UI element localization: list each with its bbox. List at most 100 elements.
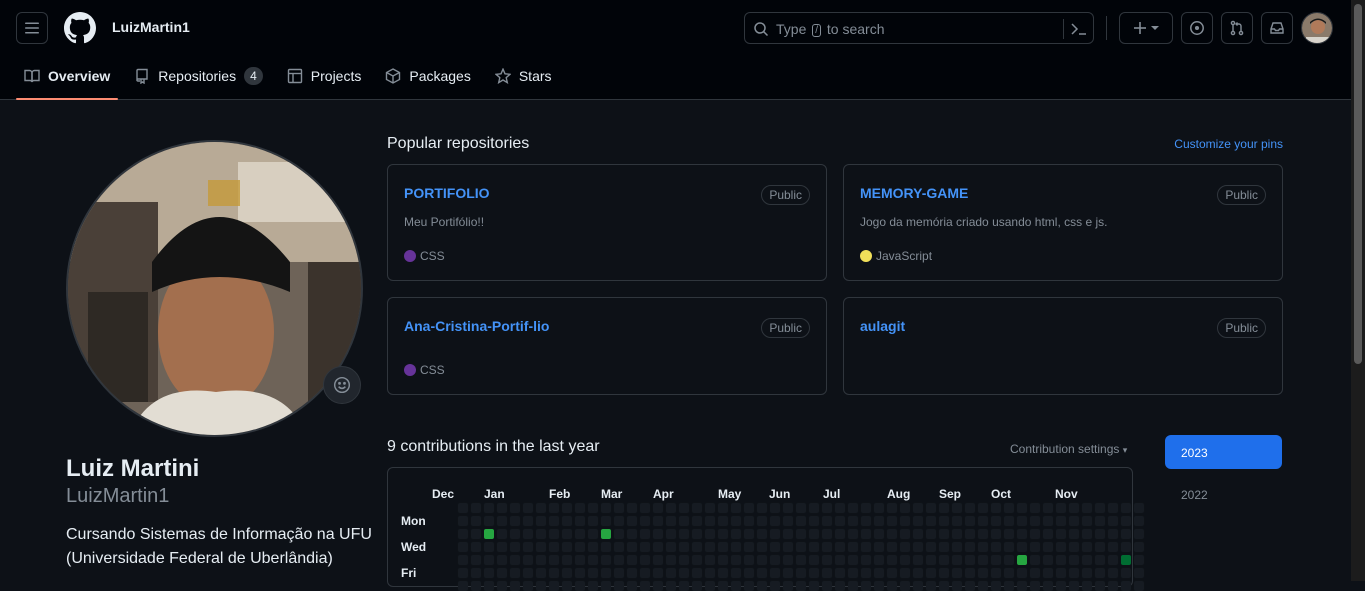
contribution-day-cell[interactable] bbox=[535, 515, 547, 527]
contribution-day-cell[interactable] bbox=[808, 567, 820, 579]
contribution-day-cell[interactable] bbox=[639, 567, 651, 579]
contribution-day-cell[interactable] bbox=[964, 567, 976, 579]
contribution-day-cell[interactable] bbox=[1055, 528, 1067, 540]
contribution-day-cell[interactable] bbox=[574, 528, 586, 540]
contribution-day-cell[interactable] bbox=[964, 502, 976, 514]
contribution-day-cell[interactable] bbox=[860, 580, 872, 591]
contribution-day-cell[interactable] bbox=[600, 502, 612, 514]
contribution-day-cell[interactable] bbox=[951, 515, 963, 527]
contribution-day-cell[interactable] bbox=[470, 502, 482, 514]
contribution-day-cell[interactable] bbox=[1107, 554, 1119, 566]
contribution-day-cell[interactable] bbox=[847, 502, 859, 514]
contribution-day-cell[interactable] bbox=[1003, 567, 1015, 579]
contribution-day-cell[interactable] bbox=[548, 541, 560, 553]
contribution-day-cell[interactable] bbox=[1081, 580, 1093, 591]
contribution-day-cell[interactable] bbox=[548, 502, 560, 514]
contribution-day-cell[interactable] bbox=[1003, 580, 1015, 591]
contribution-day-cell[interactable] bbox=[691, 554, 703, 566]
contribution-day-cell[interactable] bbox=[652, 528, 664, 540]
contribution-day-cell[interactable] bbox=[561, 541, 573, 553]
contribution-day-cell[interactable] bbox=[522, 541, 534, 553]
contribution-day-cell[interactable] bbox=[990, 502, 1002, 514]
contribution-day-cell[interactable] bbox=[964, 528, 976, 540]
contribution-day-cell[interactable] bbox=[795, 580, 807, 591]
contribution-day-cell[interactable] bbox=[678, 515, 690, 527]
contribution-day-cell[interactable] bbox=[1094, 580, 1106, 591]
profile-username-link[interactable]: LuizMartin1 bbox=[112, 19, 190, 35]
contribution-day-cell[interactable] bbox=[1094, 515, 1106, 527]
contribution-day-cell[interactable] bbox=[717, 515, 729, 527]
contribution-day-cell[interactable] bbox=[574, 567, 586, 579]
contribution-day-cell[interactable] bbox=[730, 528, 742, 540]
contribution-day-cell[interactable] bbox=[912, 554, 924, 566]
contribution-day-cell[interactable] bbox=[1003, 502, 1015, 514]
contribution-day-cell[interactable] bbox=[990, 515, 1002, 527]
contribution-day-cell[interactable] bbox=[743, 515, 755, 527]
contribution-day-cell[interactable] bbox=[1133, 580, 1145, 591]
contribution-day-cell[interactable] bbox=[1029, 502, 1041, 514]
github-logo-icon[interactable] bbox=[64, 12, 96, 44]
contribution-day-cell[interactable] bbox=[1081, 528, 1093, 540]
contribution-day-cell[interactable] bbox=[665, 567, 677, 579]
contribution-day-cell[interactable] bbox=[613, 515, 625, 527]
contribution-day-cell[interactable] bbox=[665, 580, 677, 591]
contribution-day-cell[interactable] bbox=[743, 567, 755, 579]
contribution-day-cell[interactable] bbox=[1094, 528, 1106, 540]
contribution-day-cell[interactable] bbox=[1016, 567, 1028, 579]
contribution-day-cell[interactable] bbox=[639, 580, 651, 591]
contribution-day-cell[interactable] bbox=[483, 515, 495, 527]
contribution-day-cell[interactable] bbox=[1133, 528, 1145, 540]
contribution-day-cell[interactable] bbox=[899, 502, 911, 514]
contribution-day-cell[interactable] bbox=[821, 567, 833, 579]
contribution-day-cell[interactable] bbox=[1081, 554, 1093, 566]
contribution-day-cell[interactable] bbox=[1094, 502, 1106, 514]
create-new-button[interactable] bbox=[1119, 12, 1173, 44]
contribution-day-cell[interactable] bbox=[756, 515, 768, 527]
contribution-day-cell[interactable] bbox=[886, 567, 898, 579]
contribution-day-cell[interactable] bbox=[613, 528, 625, 540]
contribution-day-cell[interactable] bbox=[821, 580, 833, 591]
contribution-day-cell[interactable] bbox=[847, 541, 859, 553]
contribution-day-cell[interactable] bbox=[509, 580, 521, 591]
contribution-day-cell[interactable] bbox=[535, 580, 547, 591]
contribution-day-cell[interactable] bbox=[808, 580, 820, 591]
contribution-day-cell[interactable] bbox=[1003, 541, 1015, 553]
contribution-day-cell[interactable] bbox=[808, 541, 820, 553]
contribution-day-cell[interactable] bbox=[951, 541, 963, 553]
contribution-day-cell[interactable] bbox=[1055, 515, 1067, 527]
contribution-day-cell[interactable] bbox=[1133, 541, 1145, 553]
contribution-day-cell[interactable] bbox=[795, 567, 807, 579]
contribution-day-cell[interactable] bbox=[1120, 515, 1132, 527]
page-scrollbar[interactable] bbox=[1351, 0, 1365, 581]
contribution-day-cell[interactable] bbox=[496, 554, 508, 566]
contribution-day-cell[interactable] bbox=[964, 515, 976, 527]
contribution-day-cell[interactable] bbox=[1133, 502, 1145, 514]
contribution-day-cell[interactable] bbox=[1068, 554, 1080, 566]
contribution-settings-dropdown[interactable]: Contribution settings ▾ bbox=[1010, 442, 1127, 456]
contribution-day-cell[interactable] bbox=[678, 554, 690, 566]
contribution-day-cell[interactable] bbox=[561, 567, 573, 579]
contribution-day-cell[interactable] bbox=[938, 515, 950, 527]
contribution-day-cell[interactable] bbox=[769, 541, 781, 553]
contribution-day-cell[interactable] bbox=[639, 515, 651, 527]
contribution-day-cell[interactable] bbox=[938, 567, 950, 579]
contribution-day-cell[interactable] bbox=[665, 541, 677, 553]
contribution-day-cell[interactable] bbox=[457, 567, 469, 579]
contribution-day-cell[interactable] bbox=[704, 515, 716, 527]
contribution-day-cell[interactable] bbox=[470, 554, 482, 566]
contribution-day-cell[interactable] bbox=[795, 554, 807, 566]
contribution-day-cell[interactable] bbox=[1029, 541, 1041, 553]
contribution-day-cell[interactable] bbox=[899, 541, 911, 553]
contribution-day-cell[interactable] bbox=[990, 554, 1002, 566]
profile-avatar[interactable] bbox=[66, 140, 363, 437]
contribution-day-cell[interactable] bbox=[730, 541, 742, 553]
contribution-day-cell[interactable] bbox=[912, 567, 924, 579]
contribution-day-cell[interactable] bbox=[691, 528, 703, 540]
contribution-day-cell[interactable] bbox=[470, 541, 482, 553]
contribution-day-cell[interactable] bbox=[899, 567, 911, 579]
contribution-day-cell[interactable] bbox=[535, 528, 547, 540]
contribution-day-cell[interactable] bbox=[548, 554, 560, 566]
contribution-day-cell[interactable] bbox=[821, 554, 833, 566]
contribution-day-cell[interactable] bbox=[587, 554, 599, 566]
year-2023-button[interactable]: 2023 bbox=[1165, 435, 1282, 469]
